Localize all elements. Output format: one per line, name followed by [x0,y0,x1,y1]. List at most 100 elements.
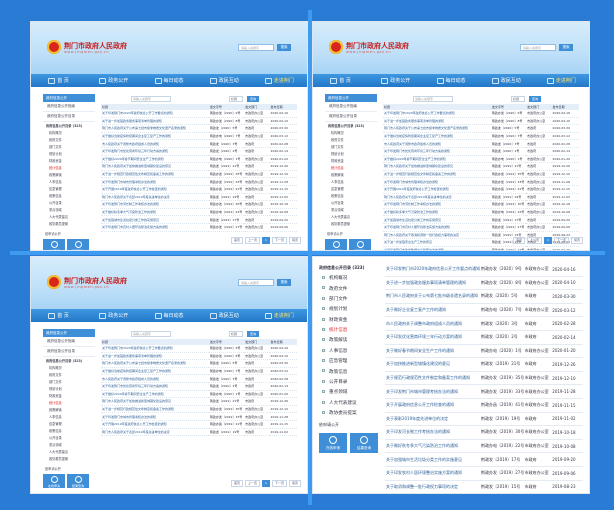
pager-button[interactable]: 尾页 [570,237,583,244]
doc-title-link[interactable]: 关于印发荆门市城市管理考核办法的通知 [101,177,209,186]
nav-item[interactable]: 首 页 [31,312,86,319]
zoom-table-row[interactable]: 关于印发农村人居环境整治实施方案的通知 荆政办发〔2019〕27号 市政府办公室 20… [385,466,583,481]
site-search-input[interactable]: 请输入关键字 [238,279,274,286]
nav-item[interactable]: 每日动态 [423,77,478,84]
doc-title-link[interactable]: 关于开展政府信息公开工作检查的通知 [385,398,481,413]
table-row[interactable]: 关于印发荆门市农村人居环境整治实施方案的通知 荆政办发〔2019〕27号 市政府办公… [383,223,579,232]
doc-title-link[interactable]: 关于印发荆门市城市管理考核办法的通知 [385,384,481,399]
table-row[interactable]: 关于开展2019年度政府信息公开工作检查的通知 荆政办函〔2019〕41号 市政府办… [383,185,579,194]
zoom-table-row[interactable]: 关于规范行政规范性文件制定和备案工作的通知 荆政办发〔2019〕35号 市政府办公室… [385,371,583,386]
table-row[interactable]: 关于印发荆门市优化营商环境三年行动方案的通知 荆政发〔2020〕2号 市政府 2020… [383,147,579,156]
tree-item[interactable]: 人事信息 [43,178,95,185]
zoom-table-row[interactable]: 关于表彰2019年度先进单位的决定 荆政发〔2019〕19号 市政府 2019-11-… [385,412,583,427]
apply-online-tile[interactable]: 在线申请 [43,239,65,250]
site-search-input[interactable]: 请输入关键字 [238,44,274,51]
zoom-tree-item[interactable]: 政协委员提案 [319,408,381,418]
tree-item[interactable]: 政策信息 [43,192,95,199]
zoom-tree-item[interactable]: 机构概况 [319,273,381,283]
filter-input[interactable]: 请输入关键字 [131,331,171,337]
pager-button[interactable]: 上一页 [245,237,261,244]
pager-button[interactable]: 首页 [231,237,244,244]
doc-title-link[interactable]: 市人民政府关于调整市政府组成人员的通知 [385,316,481,331]
doc-title-link[interactable]: 关于做好2020年春节期间安全生产工作的通知 [383,155,491,164]
doc-title-link[interactable]: 市人民政府关于调整市政府组成人员的通知 [101,139,209,148]
doc-title-link[interactable]: 荆门市人民政府关于公布第七批市级非物质文化遗产名录的通知 [101,359,209,368]
doc-title-link[interactable]: 关于印发荆门市2020年政府信息公开工作要点的通知 [385,263,481,277]
doc-title-link[interactable]: 关于印发荆门市2020年政府信息公开工作要点的通知 [101,110,209,118]
apply-disclosure-link[interactable]: 依申请公开 [325,231,377,236]
tree-item[interactable]: 人大代表建议 [325,213,377,220]
doc-title-link[interactable]: 关于开展2019年度政府信息公开工作检查的通知 [101,420,209,429]
tree-item[interactable]: 政府文件 [325,136,377,143]
table-row[interactable]: 关于做好2020年春节期间安全生产工作的通知 荆政办电〔2020〕1号 市政府办公室… [101,390,297,399]
tree-item[interactable]: 人事信息 [43,413,95,420]
doc-title-link[interactable]: 关于印发荆门市2020年政府信息公开工作要点的通知 [383,110,491,118]
doc-title-link[interactable]: 关于进一步加强安全生产工作的意见 [383,238,491,247]
table-row[interactable]: 荆门市人民政府关于加快推进新型城镇化建设的意见 荆政发〔2019〕21号 市政府 20… [101,162,297,171]
doc-title-link[interactable]: 关于做好当前疫情防控期间企业复工复产工作的通知 [101,132,209,141]
doc-title-link[interactable]: 荆门市人民政府关于取消和调整一批行政权力事项的决定 [383,231,491,240]
nav-item[interactable]: 政民互动 [197,312,252,319]
doc-title-link[interactable]: 关于规范行政规范性文件制定和备案工作的通知 [385,371,481,386]
table-row[interactable]: 荆门市人民政府关于表彰2019年度先进单位的决定 荆政发〔2019〕19号 市政府 2… [383,193,579,202]
doc-title-link[interactable]: 荆门市人民政府关于公布第七批市级非物质文化遗产名录的通知 [101,124,209,133]
table-row[interactable]: 关于印发荆门市2020年政府信息公开工作要点的通知 荆政办发〔2020〕9号 市政府… [101,110,297,118]
doc-title-link[interactable]: 荆门市人民政府关于加快推进新型城镇化建设的意见 [101,162,209,171]
doc-title-link[interactable]: 关于取消和调整一批行政权力事项的决定 [385,480,481,493]
site-search-button[interactable]: 搜索 [559,44,573,51]
tree-item[interactable]: 政策信息 [43,427,95,434]
doc-title-link[interactable]: 关于印发荆门市优化营商环境三年行动方案的通知 [101,147,209,156]
doc-title-link[interactable]: 关于印发河长制工作考核办法的通知 [385,425,481,440]
table-row[interactable]: 关于加强城市生活垃圾分类工作的实施意见 荆政发〔2019〕17号 市政府 2019-0… [383,215,579,224]
zoom-table-row[interactable]: 市人民政府关于调整市政府组成人员的通知 荆政发〔2020〕3号 市政府 2020-02… [385,316,583,331]
table-row[interactable]: 关于进一步加强政务服务事项清单管理的通知 荆政办发〔2020〕8号 市政府办公室 20… [383,117,579,126]
pager-button[interactable]: 下一页 [271,237,287,244]
table-row[interactable]: 荆门市人民政府关于表彰2019年度先进单位的决定 荆政发〔2019〕19号 市政府 2… [101,193,297,202]
tree-item[interactable]: 重点领域 [325,206,377,213]
site-search-button[interactable]: 搜索 [277,44,291,51]
doc-title-link[interactable]: 关于做好当前疫情防控期间企业复工复产工作的通知 [383,132,491,141]
table-row[interactable]: 关于进一步规范行政规范性文件制定和备案工作的通知 荆政办发〔2019〕35号 市政府… [383,170,579,179]
zoom-apply-online-tile[interactable]: 在线申请 [319,433,347,454]
zoom-tree-item[interactable]: 人事信息 [319,346,381,356]
pager-button[interactable]: 下一页 [271,480,287,487]
zoom-table-row[interactable]: 关于做好春节期间安全生产工作的通知 荆政办电〔2020〕1号 市政府办公室 2020-… [385,344,583,359]
table-row[interactable]: 关于做好秋冬季大气污染防治工作的通知 荆政办电〔2019〕22号 市政府办公室 201… [101,208,297,217]
pager-button[interactable]: 上一页 [245,480,261,487]
zoom-table-row[interactable]: 关于开展政府信息公开工作检查的通知 荆政办函〔2019〕41号 市政府办公室 2019… [385,398,583,413]
apply-online-tile[interactable]: 在线申请 [43,474,65,488]
pager-button[interactable]: 尾页 [288,237,301,244]
sidebar-link[interactable]: 政府信息公开指南 [43,337,95,347]
zoom-table-row[interactable]: 关于加快推进新型城镇化建设的意见 荆政发〔2019〕21号 市政府 2019-12-2… [385,357,583,372]
filter-button[interactable]: 查询 [529,96,541,102]
doc-title-link[interactable]: 关于印发优化营商环境三年行动方案的通知 [385,330,481,345]
zoom-table-row[interactable]: 关于印发优化营商环境三年行动方案的通知 荆政发〔2020〕2号 市政府 2020-02… [385,330,583,345]
zoom-tree-item[interactable]: 政策信息 [319,366,381,376]
pager-button[interactable]: 首页 [513,237,526,244]
doc-title-link[interactable]: 荆门市人民政府关于表彰2019年度先进单位的决定 [101,428,209,437]
filter-button[interactable]: 查询 [247,331,259,337]
tree-item[interactable]: 公开目录 [43,434,95,441]
tree-item[interactable]: 规划计划 [43,150,95,157]
tree-item[interactable]: 政策解读 [325,171,377,178]
tree-item[interactable]: 财政资金 [43,157,95,164]
doc-title-link[interactable]: 关于进一步加强政务服务事项清单管理的通知 [383,117,491,126]
zoom-tree-item[interactable]: 政府文件 [319,283,381,293]
doc-title-link[interactable]: 市人民政府关于调整市政府组成人员的通知 [101,374,209,383]
table-row[interactable]: 关于做好当前疫情防控期间企业复工复产工作的通知 荆政办电〔2020〕7号 市政府办公… [101,367,297,376]
sidebar-link[interactable]: 政府信息公开目录 [325,112,377,122]
apply-online-tile[interactable]: 在线申请 [325,239,347,250]
nav-item[interactable]: 走进荆门 [252,312,307,319]
doc-title-link[interactable]: 关于进一步规范行政规范性文件制定和备案工作的通知 [383,170,491,179]
zoom-tree-item[interactable]: 部门文件 [319,294,381,304]
tree-item[interactable]: 机构概况 [43,364,95,371]
tree-item[interactable]: 统计信息 [43,164,95,171]
table-row[interactable]: 荆门市人民政府关于加快推进新型城镇化建设的意见 荆政发〔2019〕21号 市政府 20… [101,397,297,406]
pager-button[interactable]: 1 [262,237,270,244]
pager-button[interactable]: 1 [544,237,552,244]
tree-item[interactable]: 统计信息 [43,399,95,406]
doc-title-link[interactable]: 关于开展2019年度政府信息公开工作检查的通知 [101,185,209,194]
doc-title-link[interactable]: 关于做好秋冬季大气污染防治工作的通知 [385,439,481,454]
table-row[interactable]: 市人民政府关于调整市政府组成人员的通知 荆政发〔2020〕3号 市政府 2020-02… [101,374,297,383]
pager-button[interactable]: 上一页 [527,237,543,244]
